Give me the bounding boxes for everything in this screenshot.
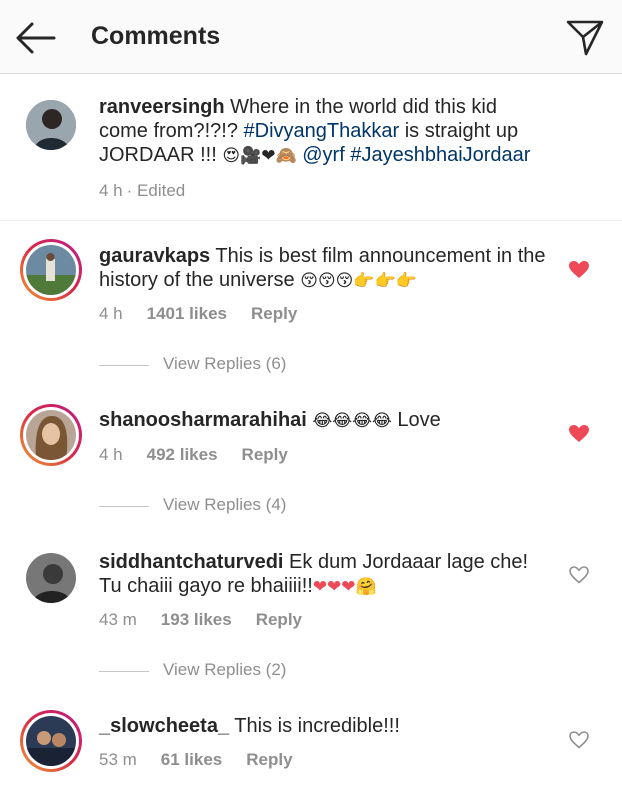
comment-meta: 4 h 492 likes Reply xyxy=(99,445,312,465)
reply-button[interactable]: Reply xyxy=(256,610,302,629)
timestamp: 4 h xyxy=(99,304,123,323)
emoji-group: 😍🎥❤🙈 xyxy=(222,146,297,166)
emoji-group: ❤❤❤🤗 xyxy=(312,577,377,597)
heart-outline-icon[interactable] xyxy=(569,731,589,749)
username[interactable]: shanoosharmarahihai xyxy=(99,409,307,431)
hashtag[interactable]: #DivyangThakkar xyxy=(244,120,400,142)
view-replies-button[interactable]: View Replies (4) xyxy=(99,495,499,517)
avatar[interactable] xyxy=(20,404,82,466)
avatar[interactable] xyxy=(20,239,82,301)
caption-text: ranveersingh Where in the world did this… xyxy=(99,95,551,168)
reply-button[interactable]: Reply xyxy=(246,750,292,769)
edited-label: · Edited xyxy=(126,181,186,200)
comment-body: Love xyxy=(391,409,441,431)
comment-meta: 4 h 1401 likes Reply xyxy=(99,304,321,324)
emoji-group: 😂😂😂😂 xyxy=(312,411,392,431)
username[interactable]: _slowcheeta_ xyxy=(99,715,229,737)
comment-meta: 43 m 193 likes Reply xyxy=(99,610,326,630)
comment-text: _slowcheeta_ This is incredible!!! xyxy=(99,714,551,738)
avatar[interactable] xyxy=(20,94,82,156)
caption-meta: 4 h · Edited xyxy=(99,181,209,201)
heart-outline-icon[interactable] xyxy=(569,566,589,584)
avatar[interactable] xyxy=(20,547,82,609)
timestamp: 4 h xyxy=(99,181,123,200)
username[interactable]: ranveersingh xyxy=(99,96,225,118)
view-replies-button[interactable]: View Replies (2) xyxy=(99,660,499,682)
timestamp: 43 m xyxy=(99,610,137,629)
comment-text: gauravkaps This is best film announcemen… xyxy=(99,244,551,293)
username[interactable]: gauravkaps xyxy=(99,245,210,267)
likes-count[interactable]: 61 likes xyxy=(161,750,222,769)
divider-line xyxy=(99,506,149,507)
divider-line xyxy=(99,365,149,366)
reply-button[interactable]: Reply xyxy=(242,445,288,464)
view-replies-label: View Replies (6) xyxy=(163,354,287,373)
timestamp: 53 m xyxy=(99,750,137,769)
heart-filled-icon[interactable] xyxy=(569,425,589,443)
divider-line xyxy=(99,671,149,672)
view-replies-label: View Replies (4) xyxy=(163,495,287,514)
likes-count[interactable]: 193 likes xyxy=(161,610,232,629)
view-replies-label: View Replies (2) xyxy=(163,660,287,679)
heart-filled-icon[interactable] xyxy=(569,261,589,279)
hashtag[interactable]: #JayeshbhaiJordaar xyxy=(350,144,530,166)
comment-text: shanoosharmarahihai 😂😂😂😂 Love xyxy=(99,408,551,433)
likes-count[interactable]: 1401 likes xyxy=(147,304,227,323)
comment-body: This is incredible!!! xyxy=(234,715,400,737)
timestamp: 4 h xyxy=(99,445,123,464)
paper-plane-icon[interactable] xyxy=(564,16,606,58)
comment-meta: 53 m 61 likes Reply xyxy=(99,750,317,770)
view-replies-button[interactable]: View Replies (6) xyxy=(99,354,499,376)
likes-count[interactable]: 492 likes xyxy=(147,445,218,464)
emoji-group: 😚😚😚👉👉👉 xyxy=(300,271,417,291)
comment-text: siddhantchaturvedi Ek dum Jordaaar lage … xyxy=(99,550,551,599)
arrow-left-icon[interactable] xyxy=(14,20,58,56)
page-title: Comments xyxy=(91,22,221,50)
reply-button[interactable]: Reply xyxy=(251,304,297,323)
divider xyxy=(0,220,622,221)
avatar[interactable] xyxy=(20,710,82,772)
mention[interactable]: @yrf xyxy=(302,144,345,166)
username[interactable]: siddhantchaturvedi xyxy=(99,551,283,573)
top-bar: Comments xyxy=(0,0,622,74)
